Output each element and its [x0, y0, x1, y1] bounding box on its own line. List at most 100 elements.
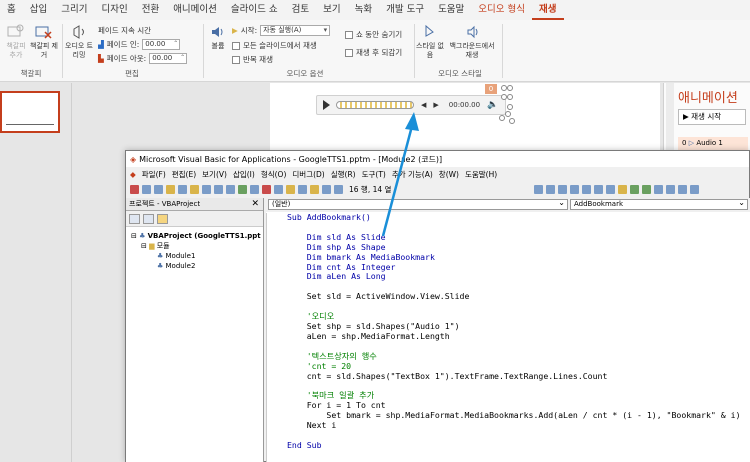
background-play-button[interactable]: 백그라운드에서 재생: [446, 24, 498, 60]
no-style-button[interactable]: 스타일 없음: [416, 24, 444, 60]
fade-in-input[interactable]: 00.00: [142, 39, 181, 50]
close-icon[interactable]: ✕: [251, 198, 259, 211]
animation-item-number: 0: [682, 139, 687, 147]
menu-insert[interactable]: 삽입(I): [233, 169, 255, 180]
menu-addins[interactable]: 추가 기능(A): [392, 169, 433, 180]
object-dropdown[interactable]: (일반): [268, 198, 568, 210]
design-mode-icon[interactable]: [274, 184, 283, 194]
code-line: Next i: [287, 420, 337, 431]
tab-playback[interactable]: 재생: [532, 1, 564, 20]
project-name: VBAProject (GoogleTTS1.ppt: [147, 232, 261, 240]
menu-edit[interactable]: 편집(E): [172, 169, 196, 180]
menu-file[interactable]: 파일(F): [142, 169, 166, 180]
find-icon[interactable]: [202, 184, 211, 194]
next-bookmark-icon[interactable]: [666, 184, 676, 194]
tab-help[interactable]: 도움말: [431, 0, 471, 20]
tab-review[interactable]: 검토: [285, 0, 316, 20]
indent-icon[interactable]: [594, 184, 604, 194]
help-icon[interactable]: [334, 184, 343, 194]
code-editor[interactable]: Sub AddBookmark() Dim sld As Slide Dim s…: [266, 213, 750, 462]
tab-design[interactable]: 디자인: [94, 0, 134, 20]
project-explorer: 프로젝트 - VBAProject ✕ ⊟ ♣ VBAProject (Goog…: [126, 198, 264, 462]
redo-icon[interactable]: [226, 184, 235, 194]
menu-help[interactable]: 도움말(H): [465, 169, 497, 180]
tab-view[interactable]: 보기: [316, 0, 347, 20]
clear-bookmarks-icon[interactable]: [690, 184, 700, 194]
tab-audio-format[interactable]: 오디오 형식: [471, 0, 532, 20]
uncomment-block-icon[interactable]: [642, 184, 652, 194]
menu-view[interactable]: 보기(V): [202, 169, 227, 180]
tab-home[interactable]: 홈: [0, 0, 23, 20]
collapse-icon[interactable]: ⊟: [141, 242, 147, 250]
all-slides-row: 모든 슬라이드에서 재생: [232, 40, 317, 51]
collapse-icon[interactable]: ⊟: [131, 232, 137, 240]
audio-progress-track[interactable]: [336, 101, 414, 109]
tree-item-module2[interactable]: ♣ Module2: [131, 261, 263, 271]
toggle-folders-icon[interactable]: [157, 214, 168, 224]
tab-record[interactable]: 녹화: [348, 0, 379, 20]
list-properties-icon[interactable]: [534, 184, 544, 194]
vba-menubar: ◆ 파일(F) 편집(E) 보기(V) 삽입(I) 형식(O) 디버그(D) 실…: [126, 167, 749, 182]
tree-item-project[interactable]: ⊟ ♣ VBAProject (GoogleTTS1.ppt: [131, 231, 263, 241]
toggle-bookmark-icon[interactable]: [654, 184, 664, 194]
code-line: 'cnt = 20: [287, 360, 352, 371]
undo-icon[interactable]: [214, 184, 223, 194]
toolbox-icon[interactable]: [322, 184, 331, 194]
forward-icon[interactable]: ▶: [433, 101, 438, 109]
paste-icon[interactable]: [190, 184, 199, 194]
volume-button[interactable]: 볼륨: [207, 24, 229, 51]
complete-word-icon[interactable]: [582, 184, 592, 194]
menu-window[interactable]: 창(W): [439, 169, 459, 180]
animation-item-audio[interactable]: 0 ▷ Audio 1: [678, 137, 748, 150]
all-slides-checkbox[interactable]: [232, 41, 240, 50]
rewind-icon[interactable]: ◀: [421, 101, 426, 109]
tree-item-modules[interactable]: ⊟ ▆ 모듈: [131, 241, 263, 251]
properties-icon[interactable]: [298, 184, 307, 194]
menu-format[interactable]: 형식(O): [261, 169, 287, 180]
menu-debug[interactable]: 디버그(D): [292, 169, 324, 180]
hide-checkbox[interactable]: [345, 30, 353, 39]
parameter-info-icon[interactable]: [570, 184, 580, 194]
tab-draw[interactable]: 그리기: [54, 0, 94, 20]
object-browser-icon[interactable]: [310, 184, 319, 194]
add-bookmark-button[interactable]: 책갈피 추가: [3, 24, 29, 60]
quick-info-icon[interactable]: [558, 184, 568, 194]
tab-developer[interactable]: 개발 도구: [379, 0, 431, 20]
run-icon[interactable]: [238, 184, 247, 194]
insert-module-icon[interactable]: [142, 184, 151, 194]
trim-audio-button[interactable]: 오디오 트리밍: [64, 24, 94, 60]
resize-handles-icon[interactable]: [496, 84, 518, 126]
list-constants-icon[interactable]: [546, 184, 556, 194]
tab-transitions[interactable]: 전환: [135, 0, 166, 20]
slide-thumbnail-1[interactable]: [0, 91, 60, 133]
remove-bookmark-icon: [35, 26, 52, 39]
toggle-breakpoint-icon[interactable]: [618, 184, 628, 194]
module2-label: Module2: [165, 262, 196, 270]
procedure-dropdown[interactable]: AddBookmark: [570, 198, 748, 210]
view-object-icon[interactable]: [143, 214, 154, 224]
save-icon[interactable]: [154, 184, 163, 194]
start-select[interactable]: 자동 실행(A): [260, 25, 331, 36]
copy-icon[interactable]: [178, 184, 187, 194]
remove-bookmark-button[interactable]: 책갈피 제거: [30, 24, 58, 60]
fade-out-input[interactable]: 00.00: [149, 53, 188, 64]
outdent-icon[interactable]: [606, 184, 616, 194]
previous-bookmark-icon[interactable]: [678, 184, 688, 194]
tab-insert[interactable]: 삽입: [23, 0, 54, 20]
reset-icon[interactable]: [262, 184, 271, 194]
tree-item-module1[interactable]: ♣ Module1: [131, 251, 263, 261]
loop-checkbox[interactable]: [232, 55, 240, 64]
rewind-checkbox[interactable]: [345, 48, 353, 57]
comment-block-icon[interactable]: [630, 184, 640, 194]
view-powerpoint-icon[interactable]: [130, 184, 139, 194]
project-explorer-icon[interactable]: [286, 184, 295, 194]
menu-run[interactable]: 실행(R): [331, 169, 356, 180]
cut-icon[interactable]: [166, 184, 175, 194]
tab-animations[interactable]: 애니메이션: [166, 0, 224, 20]
menu-tools[interactable]: 도구(T): [362, 169, 386, 180]
play-from-button[interactable]: ▶ 재생 시작: [678, 109, 746, 125]
break-icon[interactable]: [250, 184, 259, 194]
view-code-icon[interactable]: [129, 214, 140, 224]
play-icon[interactable]: [323, 100, 330, 110]
tab-slideshow[interactable]: 슬라이드 쇼: [224, 0, 285, 20]
